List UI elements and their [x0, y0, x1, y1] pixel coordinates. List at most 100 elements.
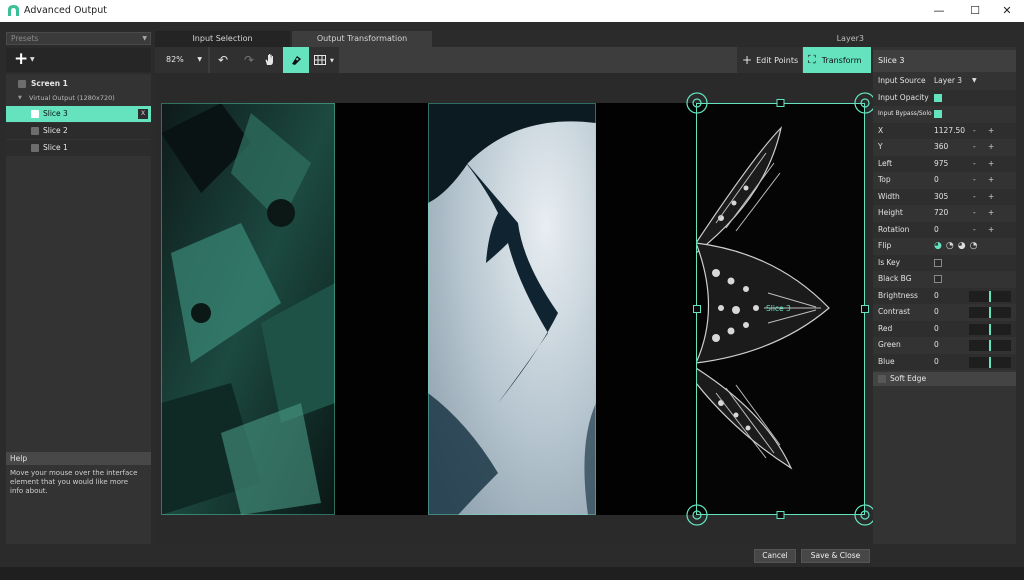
app-logo-icon — [8, 5, 19, 16]
is-key-checkbox[interactable] — [934, 259, 942, 267]
green-value[interactable]: 0 — [934, 337, 939, 353]
top-value-field[interactable]: 0 — [934, 172, 939, 188]
left-decrement-button[interactable]: - — [973, 156, 976, 172]
rotation-value-field[interactable]: 0 — [934, 222, 939, 238]
slice-3-canvas-label[interactable]: Slice 3 — [766, 304, 791, 313]
x-increment-button[interactable]: + — [988, 123, 994, 139]
contrast-slider[interactable] — [969, 307, 1011, 318]
screen-checkbox[interactable] — [18, 80, 26, 88]
brightness-slider[interactable] — [969, 291, 1011, 302]
input-bypass-checkbox[interactable] — [934, 110, 942, 118]
add-button[interactable]: + — [14, 50, 28, 68]
flip-vertical-icon[interactable]: ◕ — [958, 241, 970, 251]
slice-checkbox[interactable] — [31, 110, 39, 118]
rotation-decrement-button[interactable]: - — [973, 222, 976, 238]
prop-y: Y 360 - + — [873, 139, 1016, 155]
pan-button[interactable] — [257, 47, 283, 73]
prop-left: Left 975 - + — [873, 156, 1016, 172]
canvas-area[interactable]: Slice 3 — [155, 73, 876, 544]
prop-input-source: Input Source Layer 3 ▼ — [873, 73, 1016, 89]
x-value-field[interactable]: 1127.50 — [934, 123, 965, 139]
green-slider[interactable] — [969, 340, 1011, 351]
contrast-value[interactable]: 0 — [934, 304, 939, 320]
save-close-button[interactable]: Save & Close — [801, 549, 870, 563]
prop-label: Blue — [878, 357, 895, 366]
marker-icon — [292, 56, 301, 65]
height-increment-button[interactable]: + — [988, 205, 994, 221]
flip-options: ◕◔◕◔ — [934, 238, 981, 254]
tab-output-transformation[interactable]: Output Transformation — [292, 31, 432, 47]
title-bar: Advanced Output — ☐ ✕ — [0, 0, 1024, 22]
top-increment-button[interactable]: + — [988, 172, 994, 188]
left-increment-button[interactable]: + — [988, 156, 994, 172]
slice-checkbox[interactable] — [31, 144, 39, 152]
grid-icon — [314, 55, 327, 65]
screen-tree: Screen 1 ▼ Virtual Output (1280x720) Sli… — [6, 74, 151, 452]
close-window-button[interactable]: ✕ — [990, 0, 1024, 22]
flip-horizontal-icon[interactable]: ◔ — [946, 241, 958, 251]
y-decrement-button[interactable]: - — [973, 139, 976, 155]
x-decrement-button[interactable]: - — [973, 123, 976, 139]
undo-button[interactable]: ↶ — [210, 47, 236, 73]
prop-label: Top — [878, 175, 891, 184]
width-increment-button[interactable]: + — [988, 189, 994, 205]
presets-dropdown[interactable]: Presets ▼ — [6, 32, 151, 45]
flip-none-icon[interactable]: ◕ — [934, 241, 946, 251]
rotation-increment-button[interactable]: + — [988, 222, 994, 238]
soft-edge-section[interactable]: Soft Edge — [873, 372, 1016, 386]
width-value-field[interactable]: 305 — [934, 189, 948, 205]
prop-black-bg: Black BG — [873, 271, 1016, 287]
slider-knob[interactable] — [989, 307, 991, 318]
input-opacity-checkbox[interactable] — [934, 94, 942, 102]
input-source-dropdown[interactable]: Layer 3 — [934, 73, 962, 89]
flip-both-icon[interactable]: ◔ — [970, 241, 982, 251]
tab-input-selection[interactable]: Input Selection — [155, 31, 290, 47]
tree-item-virtual-output[interactable]: ▼ Virtual Output (1280x720) — [6, 90, 151, 106]
black-bg-checkbox[interactable] — [934, 275, 942, 283]
prop-label: Red — [878, 324, 893, 333]
chevron-down-icon: ▼ — [329, 58, 334, 64]
y-increment-button[interactable]: + — [988, 139, 994, 155]
zoom-dropdown[interactable]: 82% ▼ — [155, 47, 208, 73]
slider-knob[interactable] — [989, 357, 991, 368]
cancel-button[interactable]: Cancel — [754, 549, 796, 563]
slider-knob[interactable] — [989, 340, 991, 351]
left-value-field[interactable]: 975 — [934, 156, 948, 172]
top-decrement-button[interactable]: - — [973, 172, 976, 188]
collapse-triangle-icon[interactable]: ▼ — [18, 90, 22, 106]
slice-checkbox[interactable] — [31, 127, 39, 135]
transform-button[interactable]: ⛶ Transform — [803, 47, 871, 73]
brightness-value[interactable]: 0 — [934, 288, 939, 304]
chevron-down-icon[interactable]: ▼ — [30, 56, 35, 63]
maximize-button[interactable]: ☐ — [958, 0, 992, 22]
tree-item-slice-3[interactable]: Slice 3 X — [6, 106, 151, 122]
grid-button[interactable]: ▼ — [309, 47, 339, 73]
slider-knob[interactable] — [989, 324, 991, 335]
tree-item-slice-2[interactable]: Slice 2 — [6, 123, 151, 139]
y-value-field[interactable]: 360 — [934, 139, 948, 155]
properties-title: Slice 3 — [873, 50, 1016, 72]
red-slider[interactable] — [969, 324, 1011, 335]
width-decrement-button[interactable]: - — [973, 189, 976, 205]
red-value[interactable]: 0 — [934, 321, 939, 337]
blue-slider[interactable] — [969, 357, 1011, 368]
height-value-field[interactable]: 720 — [934, 205, 948, 221]
prop-rotation: Rotation 0 - + — [873, 222, 1016, 238]
minimize-button[interactable]: — — [922, 0, 956, 22]
redo-icon: ↷ — [243, 53, 255, 67]
chevron-down-icon[interactable]: ▼ — [972, 73, 977, 89]
slider-knob[interactable] — [989, 291, 991, 302]
remove-slice-button[interactable]: X — [138, 109, 148, 119]
blue-value[interactable]: 0 — [934, 354, 939, 370]
edit-points-button[interactable]: + Edit Points — [737, 47, 802, 73]
tree-item-label: Virtual Output (1280x720) — [29, 94, 115, 102]
prop-label: Y — [878, 142, 883, 151]
prop-label: Width — [878, 192, 900, 201]
prop-width: Width 305 - + — [873, 189, 1016, 205]
height-decrement-button[interactable]: - — [973, 205, 976, 221]
tree-item-slice-1[interactable]: Slice 1 — [6, 140, 151, 156]
marker-button[interactable] — [283, 47, 309, 73]
prop-label: Is Key — [878, 258, 901, 267]
prop-label: Height — [878, 208, 903, 217]
soft-edge-checkbox[interactable] — [878, 375, 886, 383]
